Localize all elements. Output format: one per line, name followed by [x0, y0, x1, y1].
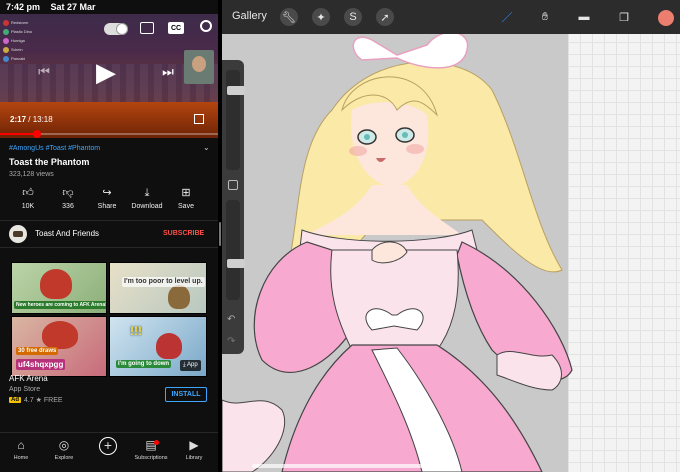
- install-button[interactable]: INSTALL: [165, 387, 207, 402]
- ad-app-button[interactable]: ⤓ App: [180, 360, 201, 371]
- divider-handle[interactable]: [219, 222, 221, 246]
- ad-caption: !!!: [130, 324, 142, 338]
- download-button[interactable]: ⤓ Download: [127, 186, 167, 210]
- status-bar: 7:42 pm Sat 27 Mar: [0, 0, 218, 14]
- smudge-icon[interactable]: ✋︎: [536, 8, 554, 26]
- nav-create[interactable]: +: [88, 437, 128, 455]
- ad-caption: uf4shqxpgg: [16, 359, 66, 370]
- save-icon: ⊞: [181, 187, 191, 199]
- artwork-illustration[interactable]: [222, 30, 680, 472]
- brush-size-slider[interactable]: [226, 70, 245, 170]
- webcam-overlay: [184, 50, 214, 84]
- dress-bodice: [330, 249, 459, 351]
- ad-badge: Ad: [9, 397, 21, 403]
- player-list-item: Humiga: [3, 36, 51, 45]
- status-date: Sat 27 Mar: [50, 2, 96, 12]
- player-list-item: Pancaki: [3, 54, 51, 63]
- create-icon: +: [99, 437, 117, 455]
- layers-icon[interactable]: ❐: [615, 8, 633, 26]
- download-icon: ⤓: [144, 187, 150, 199]
- thumbs-down-icon: 👎︎: [62, 187, 74, 199]
- transform-arrow-icon[interactable]: ➚: [376, 8, 394, 26]
- procreate-sidebar: ↶ ↷: [222, 60, 245, 354]
- brush-icon[interactable]: ／: [498, 8, 516, 26]
- youtube-app: 7:42 pm Sat 27 Mar Redstorm Plastic Dino…: [0, 0, 218, 472]
- magic-wand-icon[interactable]: ✦: [312, 8, 330, 26]
- cast-icon[interactable]: [140, 22, 154, 34]
- hair-bow: [352, 31, 469, 69]
- ad-caption: I'm going to down: [116, 360, 172, 368]
- eraser-icon[interactable]: ▬: [575, 8, 593, 26]
- video-hashtags[interactable]: #AmongUs #Toast #Phantom: [9, 145, 100, 152]
- ad-caption: 30 free draws: [16, 347, 59, 355]
- home-icon: ⌂: [17, 438, 25, 452]
- wrench-icon[interactable]: 🔧︎: [280, 8, 298, 26]
- color-swatch[interactable]: [658, 10, 674, 26]
- subscriptions-icon: ▤: [145, 438, 157, 452]
- player-list-overlay: Redstorm Plastic Dino Humiga Sdrein Panc…: [3, 18, 51, 63]
- fullscreen-icon[interactable]: [194, 114, 204, 124]
- opacity-knob[interactable]: [227, 259, 245, 269]
- ad-panel: 30 free draws uf4shqxpgg: [11, 316, 107, 377]
- nav-home[interactable]: ⌂ Home: [1, 437, 41, 461]
- procreate-app: Gallery 🔧︎ ✦ S ➚ ／ ✋︎ ▬ ❐ ↶ ↷: [222, 0, 680, 472]
- selection-icon[interactable]: S: [344, 8, 362, 26]
- thumbs-up-icon: 👍︎: [22, 187, 34, 199]
- save-button[interactable]: ⊞ Save: [166, 186, 206, 210]
- progress-fill: [0, 133, 38, 135]
- channel-avatar[interactable]: [9, 225, 27, 243]
- home-indicator[interactable]: [252, 464, 432, 468]
- ad-artwork[interactable]: New heroes are coming to AFK Arena! I'm …: [11, 262, 207, 377]
- like-button[interactable]: 👍︎ 10K: [8, 186, 48, 210]
- player-list-item: Redstorm: [3, 18, 51, 27]
- autoplay-toggle[interactable]: [104, 23, 128, 35]
- ad-store: App Store: [9, 386, 41, 393]
- library-icon: ▶︎: [189, 438, 199, 452]
- bottom-nav: ⌂ Home ◎ Explore + ▤ Subscriptions ▶︎ Librar…: [0, 432, 218, 472]
- gallery-button[interactable]: Gallery: [232, 10, 267, 22]
- modify-button[interactable]: [228, 180, 238, 190]
- player-list-item: Plastic Dino: [3, 27, 51, 36]
- nav-explore[interactable]: ◎ Explore: [44, 437, 84, 461]
- undo-icon[interactable]: ↶: [227, 314, 235, 325]
- nav-subscriptions[interactable]: ▤ Subscriptions: [131, 437, 171, 461]
- ad-meta: Ad 4.7 ★ FREE: [9, 396, 63, 404]
- settings-gear-icon[interactable]: [200, 20, 212, 32]
- player-list-item: Sdrein: [3, 45, 51, 54]
- skirt-ruffle: [222, 399, 286, 472]
- play-icon[interactable]: ▶: [92, 57, 120, 87]
- dislike-button[interactable]: 👎︎ 336: [48, 186, 88, 210]
- share-button[interactable]: ↪ Share: [87, 186, 127, 210]
- subscribe-button[interactable]: SUBSCRIBE: [163, 230, 204, 237]
- time-display: 2:17 / 13:18: [10, 115, 53, 124]
- share-icon: ↪: [102, 187, 112, 199]
- notification-dot: [154, 440, 159, 445]
- ad-panel: I'm too poor to level up.: [109, 262, 207, 314]
- video-actions: 👍︎ 10K 👎︎ 336 ↪ Share ⤓ Download ⊞ Save: [0, 186, 218, 214]
- nav-library[interactable]: ▶︎ Library: [174, 437, 214, 461]
- status-time: 7:42 pm: [6, 2, 41, 12]
- channel-row[interactable]: Toast And Friends SUBSCRIBE: [0, 220, 218, 248]
- ad-caption: New heroes are coming to AFK Arena!: [14, 301, 107, 309]
- brush-size-knob[interactable]: [227, 86, 245, 96]
- ad-rating: 4.7 ★ FREE: [24, 397, 63, 404]
- previous-icon[interactable]: ⏮: [36, 64, 52, 80]
- explore-icon: ◎: [58, 438, 70, 452]
- captions-button[interactable]: CC: [168, 22, 184, 34]
- ad-card[interactable]: New heroes are coming to AFK Arena! I'm …: [0, 249, 218, 429]
- chevron-down-icon[interactable]: ⌄: [203, 143, 210, 152]
- opacity-slider[interactable]: [226, 200, 245, 300]
- ad-panel: New heroes are coming to AFK Arena!: [11, 262, 107, 314]
- video-player[interactable]: Redstorm Plastic Dino Humiga Sdrein Panc…: [0, 14, 218, 138]
- view-count: 323,128 views: [9, 171, 54, 178]
- ad-app-name[interactable]: AFK Arena: [9, 374, 48, 383]
- procreate-toolbar: Gallery 🔧︎ ✦ S ➚ ／ ✋︎ ▬ ❐: [222, 0, 680, 34]
- sleeve-ruffle: [496, 350, 562, 391]
- ad-caption: I'm too poor to level up.: [122, 277, 205, 287]
- redo-icon[interactable]: ↷: [227, 336, 235, 347]
- video-title[interactable]: Toast the Phantom: [9, 157, 89, 167]
- channel-name[interactable]: Toast And Friends: [35, 229, 99, 238]
- next-icon[interactable]: ⏭: [160, 64, 176, 80]
- progress-bar[interactable]: [0, 130, 218, 138]
